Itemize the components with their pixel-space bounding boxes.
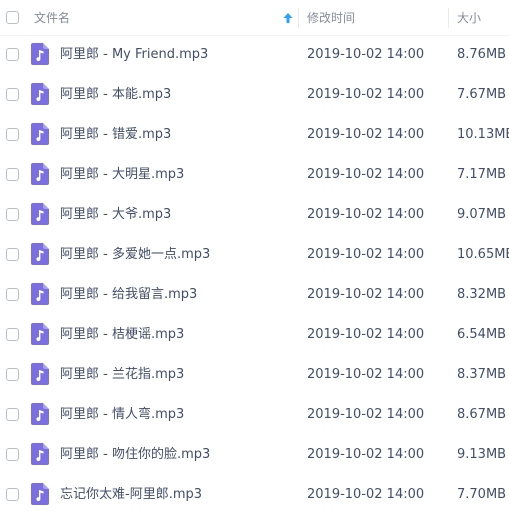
- music-file-icon: [31, 123, 49, 145]
- file-modified-time: 2019-10-02 14:00: [307, 87, 425, 102]
- select-all-checkbox[interactable]: [6, 11, 19, 24]
- file-row[interactable]: 忘记你太难-阿里郎.mp3 2019-10-02 14:00 7.70MB: [0, 476, 509, 516]
- row-checkbox[interactable]: [6, 48, 19, 61]
- column-divider[interactable]: [448, 8, 449, 28]
- file-name[interactable]: 阿里郎 - 兰花指.mp3: [60, 356, 184, 393]
- file-name[interactable]: 阿里郎 - 情人弯.mp3: [60, 396, 184, 433]
- column-header-modified[interactable]: 修改时间: [307, 0, 355, 36]
- file-row[interactable]: 阿里郎 - 吻住你的脸.mp3 2019-10-02 14:00 9.13MB: [0, 436, 509, 476]
- file-size: 8.32MB: [457, 287, 507, 302]
- row-checkbox[interactable]: [6, 368, 19, 381]
- file-modified-time: 2019-10-02 14:00: [307, 207, 425, 222]
- file-size: 7.17MB: [457, 167, 507, 182]
- file-size: 9.13MB: [457, 447, 507, 462]
- file-row[interactable]: 阿里郎 - 情人弯.mp3 2019-10-02 14:00 8.67MB: [0, 396, 509, 436]
- file-modified-time: 2019-10-02 14:00: [307, 127, 425, 142]
- file-modified-time: 2019-10-02 14:00: [307, 247, 425, 262]
- file-name[interactable]: 忘记你太难-阿里郎.mp3: [60, 476, 202, 513]
- row-checkbox[interactable]: [6, 288, 19, 301]
- row-checkbox[interactable]: [6, 168, 19, 181]
- file-row[interactable]: 阿里郎 - 多爱她一点.mp3 2019-10-02 14:00 10.65MB: [0, 236, 509, 276]
- file-name[interactable]: 阿里郎 - 大明星.mp3: [60, 156, 184, 193]
- row-checkbox[interactable]: [6, 488, 19, 501]
- file-modified-time: 2019-10-02 14:00: [307, 47, 425, 62]
- file-row[interactable]: 阿里郎 - My Friend.mp3 2019-10-02 14:00 8.76M…: [0, 36, 509, 76]
- music-file-icon: [31, 243, 49, 265]
- file-row[interactable]: 阿里郎 - 兰花指.mp3 2019-10-02 14:00 8.37MB: [0, 356, 509, 396]
- file-modified-time: 2019-10-02 14:00: [307, 487, 425, 502]
- file-modified-time: 2019-10-02 14:00: [307, 167, 425, 182]
- file-size: 10.13MB: [457, 127, 509, 142]
- file-size: 8.76MB: [457, 47, 507, 62]
- row-checkbox[interactable]: [6, 448, 19, 461]
- music-file-icon: [31, 443, 49, 465]
- file-name[interactable]: 阿里郎 - 错爱.mp3: [60, 116, 171, 153]
- column-header-size[interactable]: 大小: [457, 0, 481, 36]
- file-name[interactable]: 阿里郎 - 多爱她一点.mp3: [60, 236, 210, 273]
- music-file-icon: [31, 83, 49, 105]
- column-divider[interactable]: [298, 8, 299, 28]
- music-file-icon: [31, 483, 49, 505]
- music-file-icon: [31, 163, 49, 185]
- row-checkbox[interactable]: [6, 248, 19, 261]
- column-header-name[interactable]: 文件名: [34, 0, 70, 36]
- file-size: 7.70MB: [457, 487, 507, 502]
- file-modified-time: 2019-10-02 14:00: [307, 367, 425, 382]
- row-checkbox[interactable]: [6, 88, 19, 101]
- row-checkbox[interactable]: [6, 328, 19, 341]
- music-file-icon: [31, 43, 49, 65]
- file-name[interactable]: 阿里郎 - 给我留言.mp3: [60, 276, 197, 313]
- file-row[interactable]: 阿里郎 - 大明星.mp3 2019-10-02 14:00 7.17MB: [0, 156, 509, 196]
- music-file-icon: [31, 363, 49, 385]
- file-row[interactable]: 阿里郎 - 大爷.mp3 2019-10-02 14:00 9.07MB: [0, 196, 509, 236]
- row-checkbox[interactable]: [6, 208, 19, 221]
- file-row[interactable]: 阿里郎 - 给我留言.mp3 2019-10-02 14:00 8.32MB: [0, 276, 509, 316]
- file-list-header: 文件名 修改时间 大小: [0, 0, 509, 36]
- file-modified-time: 2019-10-02 14:00: [307, 327, 425, 342]
- file-size: 6.54MB: [457, 327, 507, 342]
- row-checkbox[interactable]: [6, 408, 19, 421]
- file-name[interactable]: 阿里郎 - 本能.mp3: [60, 76, 171, 113]
- file-modified-time: 2019-10-02 14:00: [307, 447, 425, 462]
- file-row[interactable]: 阿里郎 - 错爱.mp3 2019-10-02 14:00 10.13MB: [0, 116, 509, 156]
- file-name[interactable]: 阿里郎 - 吻住你的脸.mp3: [60, 436, 210, 473]
- music-file-icon: [31, 283, 49, 305]
- file-name[interactable]: 阿里郎 - 桔梗谣.mp3: [60, 316, 184, 353]
- file-list: 阿里郎 - My Friend.mp3 2019-10-02 14:00 8.76M…: [0, 36, 509, 516]
- file-name[interactable]: 阿里郎 - My Friend.mp3: [60, 36, 208, 73]
- file-size: 10.65MB: [457, 247, 509, 262]
- file-modified-time: 2019-10-02 14:00: [307, 407, 425, 422]
- file-size: 7.67MB: [457, 87, 507, 102]
- row-checkbox[interactable]: [6, 128, 19, 141]
- music-file-icon: [31, 203, 49, 225]
- music-file-icon: [31, 323, 49, 345]
- music-file-icon: [31, 403, 49, 425]
- file-name[interactable]: 阿里郎 - 大爷.mp3: [60, 196, 171, 233]
- file-row[interactable]: 阿里郎 - 本能.mp3 2019-10-02 14:00 7.67MB: [0, 76, 509, 116]
- file-row[interactable]: 阿里郎 - 桔梗谣.mp3 2019-10-02 14:00 6.54MB: [0, 316, 509, 356]
- file-size: 9.07MB: [457, 207, 507, 222]
- arrow-up-icon[interactable]: [282, 12, 294, 24]
- file-size: 8.37MB: [457, 367, 507, 382]
- file-size: 8.67MB: [457, 407, 507, 422]
- file-modified-time: 2019-10-02 14:00: [307, 287, 425, 302]
